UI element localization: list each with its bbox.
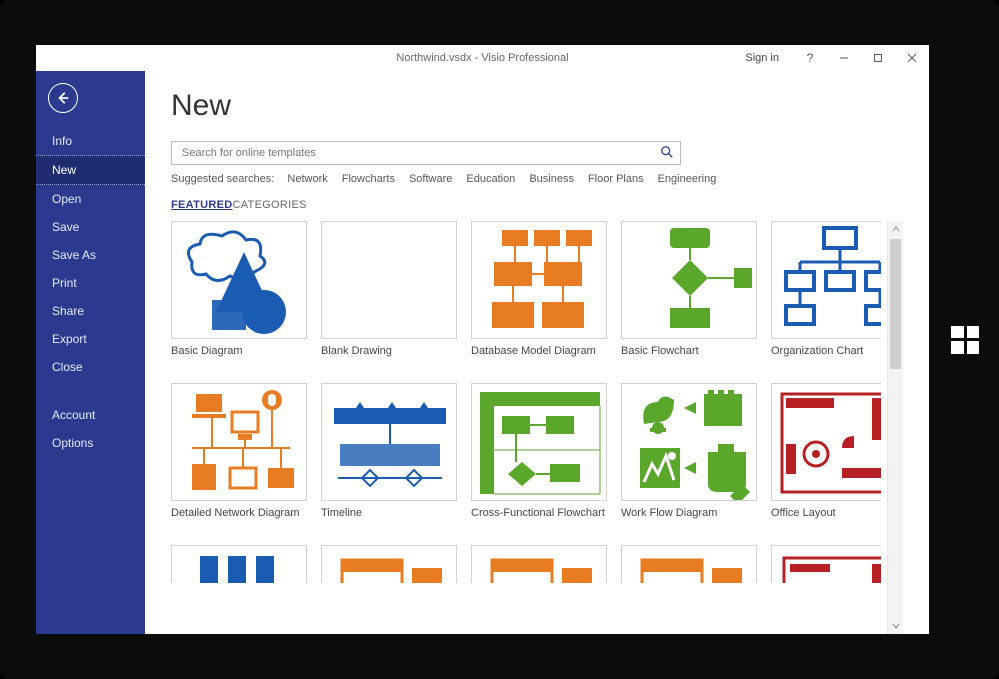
template-thumbnail xyxy=(171,221,307,339)
template-label: Detailed Network Diagram xyxy=(171,507,307,519)
sidebar-item-open[interactable]: Open xyxy=(36,185,145,213)
sidebar-item-save-as[interactable]: Save As xyxy=(36,241,145,269)
template-partial-blue[interactable] xyxy=(171,545,307,585)
suggested-search-engineering[interactable]: Engineering xyxy=(658,173,717,185)
minimize-icon xyxy=(839,53,849,63)
template-thumbnail xyxy=(471,383,607,501)
template-thumbnail xyxy=(471,545,607,583)
sidebar-item-new[interactable]: New xyxy=(36,155,145,185)
search-icon[interactable] xyxy=(660,145,674,162)
scroll-thumb[interactable] xyxy=(890,239,901,369)
back-button[interactable] xyxy=(48,83,78,113)
template-blank-drawing[interactable]: Blank Drawing xyxy=(321,221,457,371)
backstage-sidebar: InfoNewOpenSaveSave AsPrintShareExportCl… xyxy=(36,71,145,634)
template-label: Work Flow Diagram xyxy=(621,507,757,519)
tablet-frame: Northwind.vsdx - Visio Professional Sign… xyxy=(0,0,999,679)
template-thumbnail xyxy=(621,545,757,583)
template-thumbnail xyxy=(321,545,457,583)
sidebar-item-export[interactable]: Export xyxy=(36,325,145,353)
minimize-button[interactable] xyxy=(827,45,861,71)
template-database-model-diagram[interactable]: Database Model Diagram xyxy=(471,221,607,371)
template-thumbnail xyxy=(621,383,757,501)
scroll-down-button[interactable] xyxy=(888,618,903,634)
template-work-flow-diagram[interactable]: Work Flow Diagram xyxy=(621,383,757,533)
template-label: Cross-Functional Flowchart xyxy=(471,507,607,519)
maximize-button[interactable] xyxy=(861,45,895,71)
sidebar-item-options[interactable]: Options xyxy=(36,429,145,457)
template-basic-flowchart[interactable]: Basic Flowchart xyxy=(621,221,757,371)
template-partial-orange[interactable] xyxy=(321,545,457,585)
template-thumbnail xyxy=(321,221,457,339)
sidebar-item-share[interactable]: Share xyxy=(36,297,145,325)
maximize-icon xyxy=(873,53,883,63)
template-basic-diagram[interactable]: Basic Diagram xyxy=(171,221,307,371)
close-button[interactable] xyxy=(895,45,929,71)
close-icon xyxy=(907,53,917,63)
app-window: Northwind.vsdx - Visio Professional Sign… xyxy=(36,45,929,634)
template-label: Database Model Diagram xyxy=(471,345,607,357)
sidebar-item-save[interactable]: Save xyxy=(36,213,145,241)
template-thumbnail xyxy=(771,383,881,501)
suggested-search-network[interactable]: Network xyxy=(287,173,327,185)
suggested-search-education[interactable]: Education xyxy=(466,173,515,185)
template-detailed-network-diagram[interactable]: Detailed Network Diagram xyxy=(171,383,307,533)
suggested-search-business[interactable]: Business xyxy=(529,173,574,185)
back-arrow-icon xyxy=(56,91,70,105)
template-tabs: FEATUREDCATEGORIES xyxy=(171,199,903,211)
page-title: New xyxy=(171,89,903,123)
template-partial-orange[interactable] xyxy=(621,545,757,585)
main-panel: New Suggested searches: Network Flowchart… xyxy=(145,71,929,634)
window-title: Northwind.vsdx - Visio Professional xyxy=(396,52,568,64)
suggested-search-flowcharts[interactable]: Flowcharts xyxy=(342,173,395,185)
template-thumbnail xyxy=(771,221,881,339)
titlebar: Northwind.vsdx - Visio Professional Sign… xyxy=(36,45,929,71)
suggested-search-software[interactable]: Software xyxy=(409,173,452,185)
template-thumbnail xyxy=(321,383,457,501)
template-label: Organization Chart xyxy=(771,345,881,357)
template-label: Timeline xyxy=(321,507,457,519)
sidebar-item-account[interactable]: Account xyxy=(36,401,145,429)
template-gallery: Basic Diagram Blank Drawing Database Mode… xyxy=(171,221,881,634)
help-button[interactable]: ? xyxy=(793,45,827,71)
template-label: Basic Diagram xyxy=(171,345,307,357)
tab-categories[interactable]: CATEGORIES xyxy=(232,199,306,211)
template-thumbnail xyxy=(621,221,757,339)
sign-in-link[interactable]: Sign in xyxy=(731,52,793,64)
suggested-search-floor-plans[interactable]: Floor Plans xyxy=(588,173,644,185)
template-partial-orange[interactable] xyxy=(471,545,607,585)
tab-featured[interactable]: FEATURED xyxy=(171,199,232,211)
scroll-up-button[interactable] xyxy=(888,221,903,237)
template-timeline[interactable]: Timeline xyxy=(321,383,457,533)
sidebar-item-close[interactable]: Close xyxy=(36,353,145,381)
template-search-input[interactable] xyxy=(180,146,660,160)
gallery-scrollbar[interactable] xyxy=(887,221,903,634)
template-organization-chart[interactable]: Organization Chart xyxy=(771,221,881,371)
suggested-label: Suggested searches: xyxy=(171,173,274,185)
template-search-box[interactable] xyxy=(171,141,681,165)
sidebar-item-print[interactable]: Print xyxy=(36,269,145,297)
template-label: Basic Flowchart xyxy=(621,345,757,357)
template-thumbnail xyxy=(171,545,307,583)
template-thumbnail xyxy=(471,221,607,339)
template-cross-functional-flowchart[interactable]: Cross-Functional Flowchart xyxy=(471,383,607,533)
template-label: Blank Drawing xyxy=(321,345,457,357)
template-label: Office Layout xyxy=(771,507,881,519)
sidebar-item-info[interactable]: Info xyxy=(36,127,145,155)
suggested-searches: Suggested searches: Network Flowcharts Sof… xyxy=(171,173,903,185)
template-partial-red[interactable] xyxy=(771,545,881,585)
template-thumbnail xyxy=(171,383,307,501)
template-office-layout[interactable]: Office Layout xyxy=(771,383,881,533)
template-thumbnail xyxy=(771,545,881,583)
windows-hardware-button[interactable] xyxy=(951,326,979,354)
